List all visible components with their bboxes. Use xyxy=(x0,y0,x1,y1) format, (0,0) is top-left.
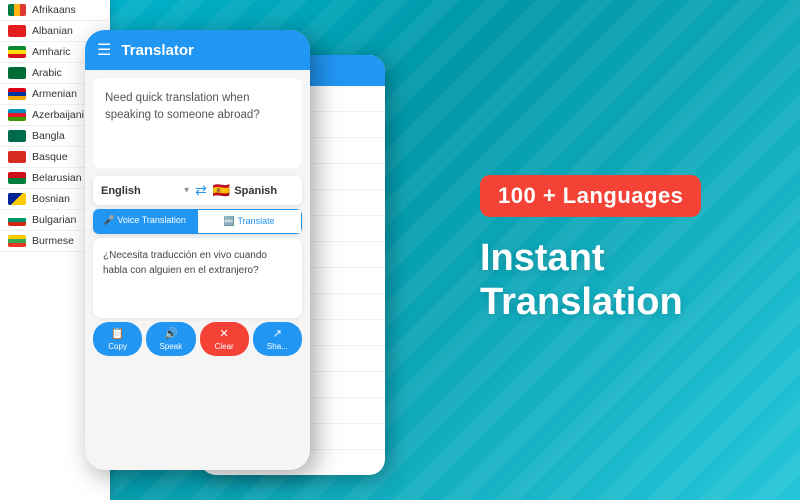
tab-translate[interactable]: 🔤 Translate xyxy=(197,209,303,234)
share-button[interactable]: ↗ Sha... xyxy=(253,322,302,356)
headline-line1: Instant xyxy=(480,237,605,279)
speak-button[interactable]: 🔊 Speak xyxy=(146,322,195,356)
share-icon: ↗ xyxy=(273,327,282,340)
translate-icon: 🔤 xyxy=(224,216,235,226)
clear-icon: ✕ xyxy=(220,327,229,340)
right-area: 100 + Languages Instant Translation xyxy=(460,0,800,500)
phone-front: ☰ Translator Need quick translation when… xyxy=(85,30,310,470)
flag-es-icon: 🇪🇸 xyxy=(213,182,230,199)
headline: Instant Translation xyxy=(480,237,683,324)
content-wrapper: Afrikaans Albanian Amharic Arabic Armeni… xyxy=(0,0,800,500)
clear-button[interactable]: ✕ Clear xyxy=(200,322,249,356)
copy-button[interactable]: 📋 Copy xyxy=(93,322,142,356)
phones-area: Languages Afrikaans Albanian Amharic Ara… xyxy=(0,0,460,500)
target-language[interactable]: Spanish xyxy=(234,185,294,197)
mic-icon: 🎤 xyxy=(104,215,115,225)
app-header: ☰ Translator xyxy=(85,30,310,70)
tab-voice-translation[interactable]: 🎤 Voice Translation xyxy=(93,209,197,234)
language-selector-row: English ▾ ⇄ 🇪🇸 Spanish xyxy=(93,176,302,205)
input-area[interactable]: Need quick translation when speaking to … xyxy=(93,78,302,168)
translation-output: ¿Necesita traducción en vivo cuando habl… xyxy=(93,238,302,318)
prompt-text: Need quick translation when speaking to … xyxy=(105,90,290,125)
translated-text: ¿Necesita traducción en vivo cuando habl… xyxy=(103,248,292,278)
tabs-row: 🎤 Voice Translation 🔤 Translate xyxy=(93,209,302,234)
headline-line2: Translation xyxy=(480,281,683,323)
swap-icon[interactable]: ⇄ xyxy=(189,182,213,199)
app-title: Translator xyxy=(121,42,194,59)
target-language-area: 🇪🇸 Spanish xyxy=(213,182,294,199)
action-buttons: 📋 Copy 🔊 Speak ✕ Clear ↗ Sha... xyxy=(93,322,302,356)
copy-icon: 📋 xyxy=(111,327,125,340)
source-language[interactable]: English xyxy=(101,185,182,197)
hamburger-icon[interactable]: ☰ xyxy=(97,40,111,60)
languages-badge: 100 + Languages xyxy=(480,175,701,217)
speaker-icon: 🔊 xyxy=(164,327,178,340)
